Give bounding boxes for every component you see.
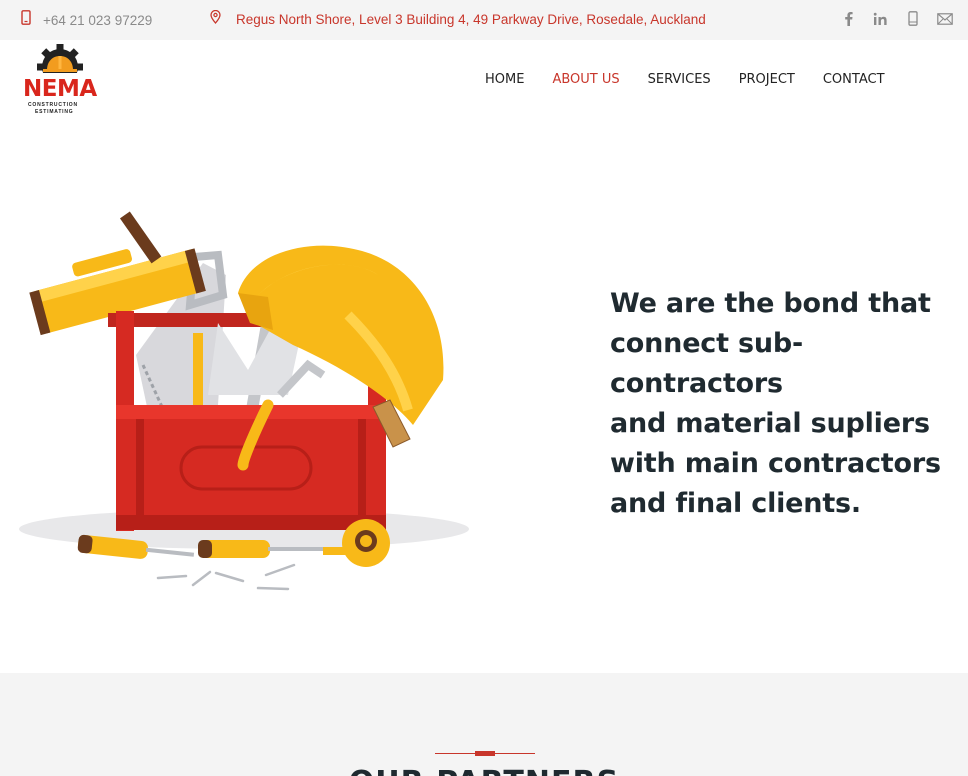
nav-home[interactable]: HOME xyxy=(485,72,524,87)
partners-heading: OUR PARTNERS xyxy=(0,765,968,776)
social-links xyxy=(840,10,953,27)
hero-line-4: with main contractors xyxy=(610,448,941,479)
nav-project[interactable]: PROJECT xyxy=(739,72,795,87)
location-pin-icon xyxy=(210,9,221,29)
linkedin-icon[interactable] xyxy=(872,10,889,27)
mobile-icon[interactable] xyxy=(904,10,921,27)
hero-line-1: We are the bond that xyxy=(610,288,931,319)
site-header: NEMA CONSTRUCTION ESTIMATING HOME ABOUT … xyxy=(0,40,968,120)
nav-about-us[interactable]: ABOUT US xyxy=(552,72,619,87)
top-bar: +64 21 023 97229 Regus North Shore, Leve… xyxy=(0,0,968,40)
phone-number[interactable]: +64 21 023 97229 xyxy=(43,13,152,28)
section-divider-accent xyxy=(475,751,495,756)
phone-icon xyxy=(21,10,31,30)
hero-line-3: and material supliers xyxy=(610,408,930,439)
partners-section: OUR PARTNERS xyxy=(0,673,968,776)
mail-icon[interactable] xyxy=(936,10,953,27)
topbar-address: Regus North Shore, Level 3 Building 4, 4… xyxy=(210,9,706,29)
hero-line-2: connect sub-contractors xyxy=(610,328,804,399)
toolbox-illustration xyxy=(18,195,478,595)
hero-line-5: and final clients. xyxy=(610,488,861,519)
main-nav: HOME ABOUT US SERVICES PROJECT CONTACT xyxy=(485,72,913,87)
logo-subtitle-2: ESTIMATING xyxy=(35,109,74,115)
logo-subtitle-1: CONSTRUCTION xyxy=(28,102,78,108)
nav-contact[interactable]: CONTACT xyxy=(823,72,885,87)
hero-headline: We are the bond that connect sub-contrac… xyxy=(610,284,960,524)
topbar-phone[interactable]: +64 21 023 97229 xyxy=(21,10,152,30)
nav-services[interactable]: SERVICES xyxy=(648,72,711,87)
nema-logo[interactable]: NEMA CONSTRUCTION ESTIMATING xyxy=(20,43,100,119)
address-text: Regus North Shore, Level 3 Building 4, 4… xyxy=(236,12,706,27)
logo-brand: NEMA xyxy=(23,76,97,102)
facebook-icon[interactable] xyxy=(840,10,857,27)
